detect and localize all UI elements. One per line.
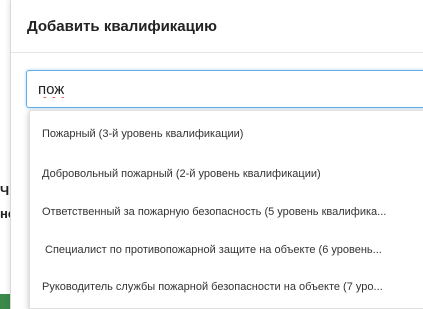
search-input[interactable] [27, 71, 423, 107]
modal-title: Добавить квалификацию [27, 17, 217, 35]
add-qualification-modal: Добавить квалификацию Пожарный (3-й уров… [10, 0, 423, 309]
dropdown-option[interactable]: Ответственный за пожарную безопасность (… [42, 204, 423, 220]
autocomplete-dropdown: Пожарный (3-й уровень квалификации) Добр… [29, 110, 423, 309]
dropdown-option[interactable]: Добровольный пожарный (2-й уровень квали… [42, 166, 423, 182]
dropdown-option[interactable]: Руководитель службы пожарной безопасност… [42, 279, 423, 295]
background-button[interactable] [0, 294, 10, 309]
page: Ч не Добавить квалификацию Пожарный (3-й… [0, 0, 423, 309]
dropdown-option[interactable]: Пожарный (3-й уровень квалификации) [42, 126, 423, 142]
search-field[interactable] [26, 70, 423, 108]
background-page [0, 0, 10, 309]
dropdown-option[interactable]: Специалист по противопожарной защите на … [45, 242, 423, 258]
background-text-fragment: Ч [0, 183, 10, 198]
modal-header: Добавить квалификацию [11, 0, 423, 53]
background-text-fragment: не [0, 206, 10, 221]
